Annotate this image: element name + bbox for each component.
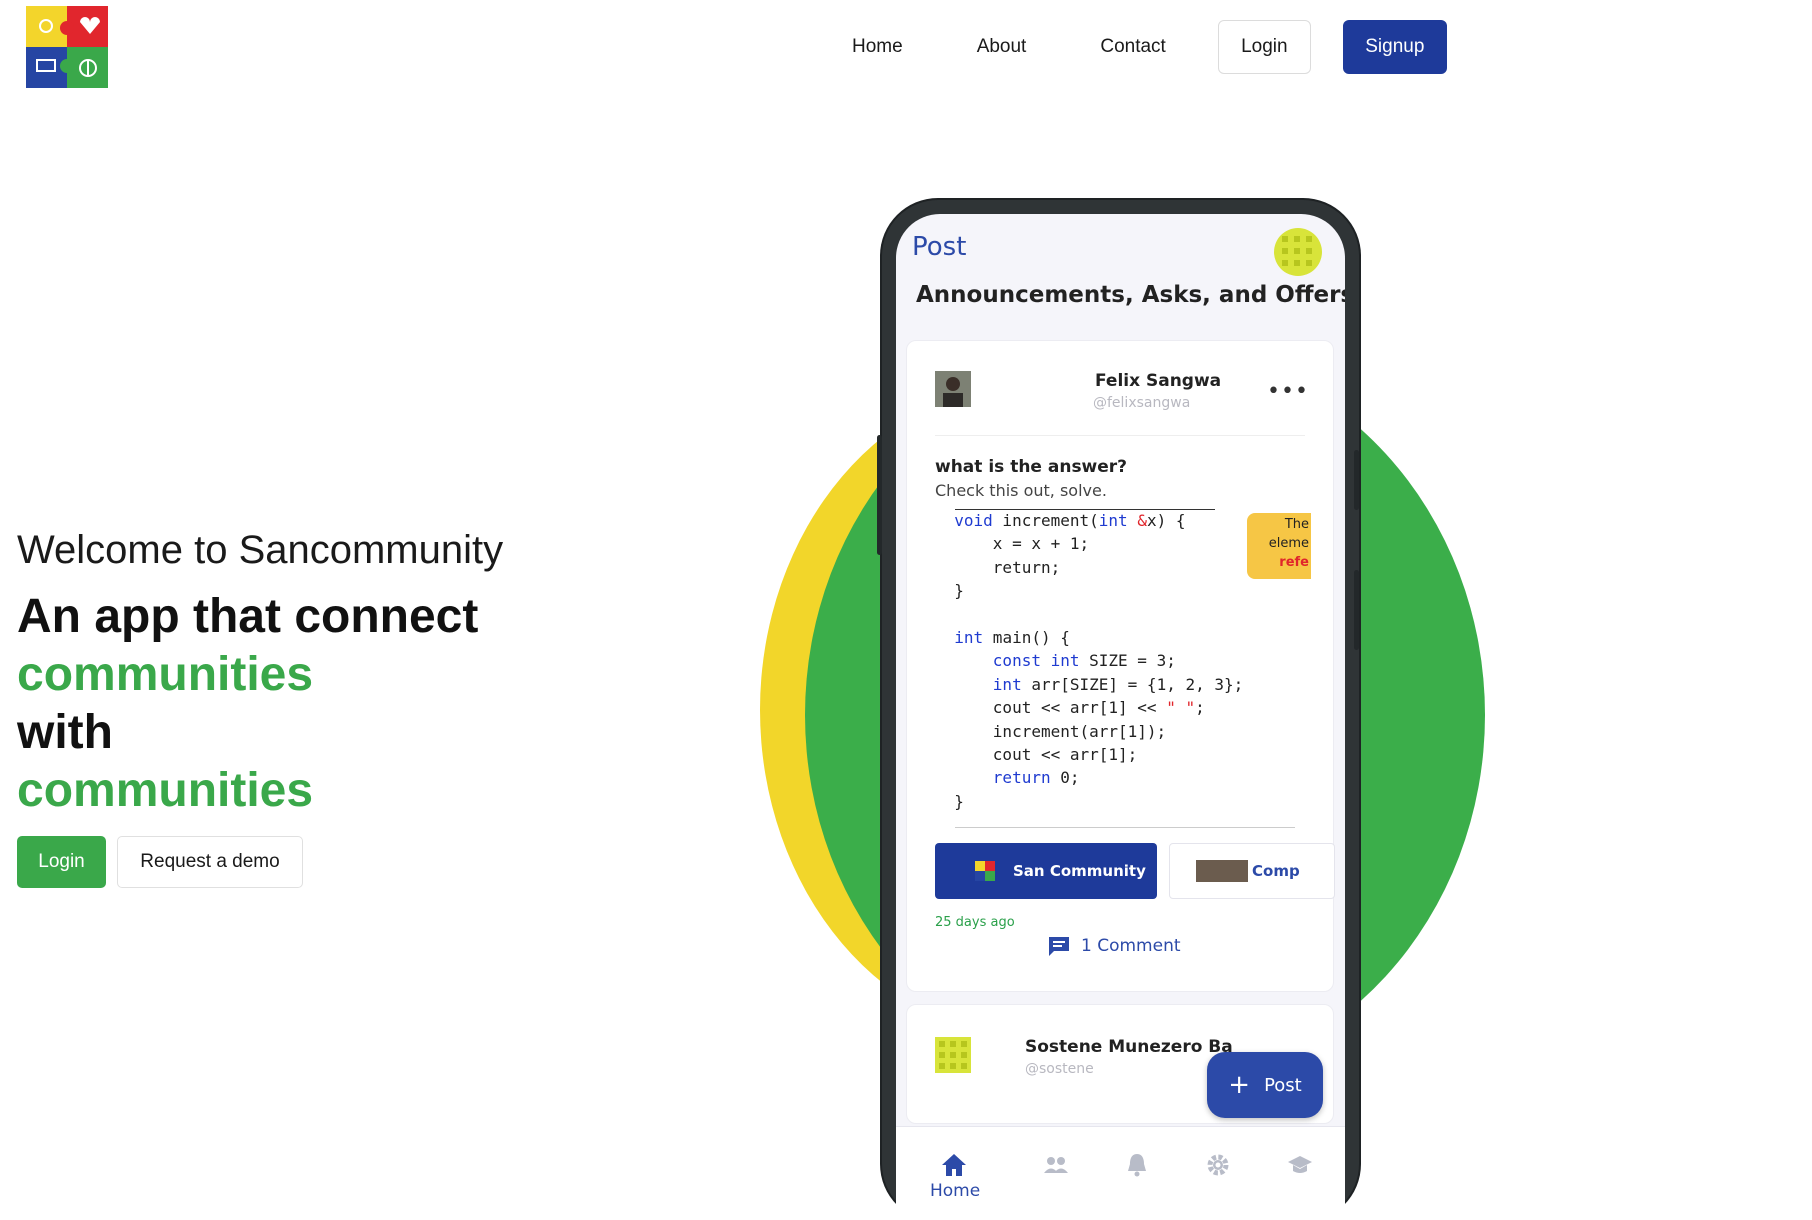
login-button[interactable]: Login: [1217, 20, 1311, 74]
bell-icon[interactable]: [1123, 1151, 1151, 1179]
hero-tagline: An app that connect communities with com…: [17, 588, 637, 820]
signup-button[interactable]: Signup: [1342, 20, 1447, 74]
code-border: [955, 827, 1295, 828]
chip-label: San Community: [1013, 862, 1146, 880]
fab-label: Post: [1264, 1074, 1302, 1096]
tooltip-line: The: [1284, 517, 1309, 532]
nav-contact-link[interactable]: Contact: [1100, 36, 1165, 58]
logo[interactable]: [26, 6, 108, 88]
new-post-button[interactable]: + Post: [1207, 1052, 1323, 1118]
phone-mockup: Post Announcements, Asks, and Offers Fel…: [877, 200, 1359, 1220]
post-timestamp: 25 days ago: [935, 915, 1015, 930]
author-name[interactable]: Felix Sangwa: [1095, 371, 1221, 391]
tooltip-line: eleme: [1268, 536, 1309, 551]
community-logo-icon: [975, 861, 995, 881]
phone-side-button: [1354, 570, 1359, 650]
author-handle: @felixsangwa: [1093, 395, 1191, 411]
hero-section: Welcome to Sancommunity An app that conn…: [17, 522, 637, 888]
nav-about-link[interactable]: About: [977, 36, 1027, 58]
community-thumbnail: [1196, 860, 1248, 882]
author-avatar[interactable]: [935, 371, 971, 407]
tagline-line-4: communities: [17, 764, 314, 817]
community-chip-san[interactable]: San Community: [935, 843, 1157, 899]
chip-label: Comp: [1252, 862, 1300, 880]
community-chip-secondary[interactable]: Comp: [1169, 843, 1335, 899]
welcome-text: Welcome to Sancommunity: [17, 528, 504, 572]
top-nav: Home About Contact Login Signup: [852, 20, 1447, 74]
hero-login-button[interactable]: Login: [17, 836, 106, 888]
tagline-line-2: communities: [17, 648, 314, 701]
code-border: [955, 509, 1215, 510]
code-snippet: void increment(int &x) { x = x + 1; retu…: [935, 509, 1311, 829]
nav-home-label[interactable]: Home: [930, 1181, 980, 1201]
comment-count: 1 Comment: [1081, 936, 1181, 956]
phone-screen: Post Announcements, Asks, and Offers Fel…: [896, 214, 1345, 1220]
graduation-cap-icon[interactable]: [1286, 1151, 1314, 1179]
screen-title: Post: [912, 232, 967, 262]
tooltip-line: refe: [1279, 555, 1309, 570]
post-question: what is the answer?: [935, 457, 1128, 477]
gear-icon[interactable]: [1204, 1151, 1232, 1179]
home-icon[interactable]: [940, 1151, 968, 1179]
post-subtitle: Check this out, solve.: [935, 481, 1107, 500]
tagline-line-1: An app that connect: [17, 590, 479, 643]
code-annotation-tooltip: The eleme refe: [1247, 513, 1311, 579]
bottom-nav: Home: [896, 1126, 1345, 1220]
author-avatar[interactable]: [935, 1037, 971, 1073]
user-avatar[interactable]: [1274, 228, 1322, 276]
tagline-line-3: with: [17, 706, 113, 759]
request-demo-button[interactable]: Request a demo: [117, 836, 303, 888]
more-options-icon[interactable]: •••: [1267, 379, 1309, 404]
author-name[interactable]: Sostene Munezero Ba: [1025, 1037, 1233, 1057]
comment-icon: [1049, 937, 1069, 956]
phone-side-button: [1354, 450, 1359, 510]
hero-actions: Login Request a demo: [17, 836, 637, 888]
feed-heading: Announcements, Asks, and Offers: [916, 282, 1345, 308]
card-divider: [935, 435, 1305, 436]
author-handle: @sostene: [1025, 1061, 1094, 1077]
comments-link[interactable]: 1 Comment: [1047, 935, 1181, 957]
people-icon[interactable]: [1042, 1151, 1070, 1179]
phone-side-button: [877, 435, 882, 555]
post-card[interactable]: Felix Sangwa @felixsangwa ••• what is th…: [906, 340, 1335, 992]
nav-home-link[interactable]: Home: [852, 36, 903, 58]
plus-icon: +: [1228, 1070, 1251, 1100]
